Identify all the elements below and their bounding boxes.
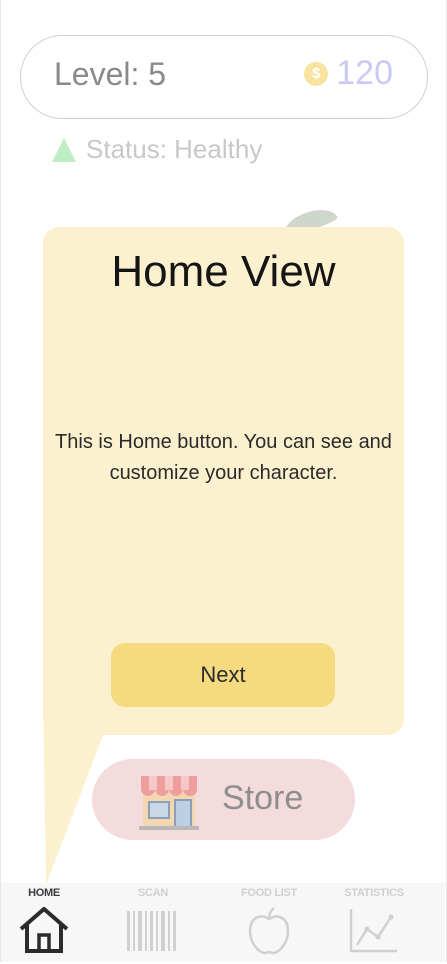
- tooltip-description: This is Home button. You can see and cus…: [55, 431, 392, 484]
- coin-balance: $ 120: [304, 54, 393, 93]
- nav-home-label: HOME: [28, 887, 60, 899]
- line-chart-icon: [349, 909, 397, 953]
- nav-food-list-label: FOOD LIST: [241, 887, 297, 899]
- next-button[interactable]: Next: [111, 643, 335, 707]
- status-row: Status: Healthy: [52, 134, 262, 165]
- apple-icon: [248, 906, 290, 955]
- bottom-navigation: HOME SCAN FOOD LIST STATISTICS: [1, 883, 445, 962]
- nav-scan-label: SCAN: [138, 887, 168, 899]
- tooltip-title: Home View: [111, 247, 336, 296]
- nav-item-statistics[interactable]: STATISTICS: [334, 883, 414, 962]
- store-icon: [139, 776, 199, 830]
- coin-value: 120: [336, 54, 393, 92]
- nav-item-scan[interactable]: SCAN: [113, 883, 193, 962]
- store-button[interactable]: Store: [92, 759, 355, 840]
- tutorial-tooltip: Home View This is Home button. You can s…: [43, 227, 404, 735]
- nav-statistics-label: STATISTICS: [344, 887, 404, 899]
- coin-icon: $: [304, 61, 329, 86]
- status-triangle-icon: [52, 137, 76, 162]
- level-label: Level: 5: [54, 56, 167, 92]
- barcode-icon: [127, 911, 176, 951]
- level-bar: Level: 5 $ 120: [20, 35, 428, 119]
- home-icon: [19, 907, 69, 953]
- store-label: Store: [222, 779, 304, 817]
- nav-item-home[interactable]: HOME: [4, 883, 84, 962]
- status-label: Status: Healthy: [86, 134, 263, 164]
- nav-item-food-list[interactable]: FOOD LIST: [229, 883, 309, 962]
